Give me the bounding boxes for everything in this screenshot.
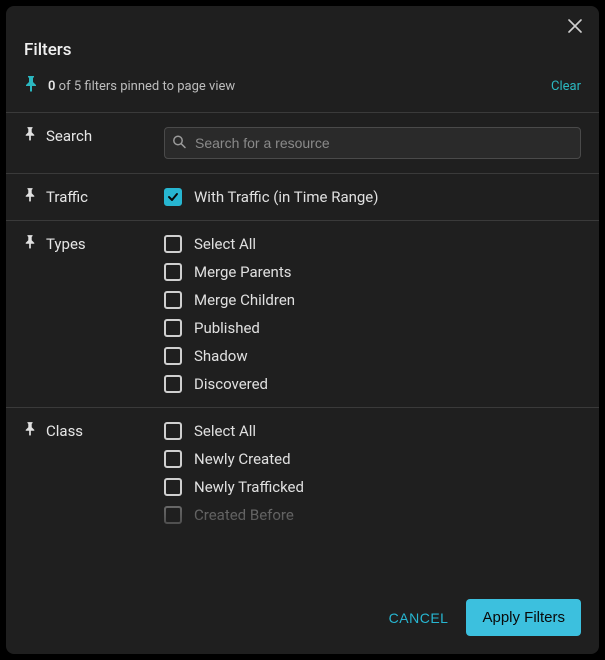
pin-icon[interactable] bbox=[24, 127, 36, 145]
cancel-button[interactable]: CANCEL bbox=[389, 610, 449, 626]
checkbox-label: Created Before bbox=[194, 506, 294, 524]
close-row bbox=[6, 6, 599, 36]
section-label-types: Types bbox=[24, 235, 164, 253]
checkbox-label: Merge Parents bbox=[194, 263, 291, 281]
checkbox[interactable] bbox=[164, 375, 182, 393]
footer: CANCEL Apply Filters bbox=[6, 585, 599, 654]
checkbox-label: With Traffic (in Time Range) bbox=[194, 188, 378, 206]
types-item[interactable]: Published bbox=[164, 319, 581, 337]
close-icon bbox=[568, 19, 582, 33]
checkbox[interactable] bbox=[164, 506, 182, 524]
checkbox[interactable] bbox=[164, 422, 182, 440]
checkbox[interactable] bbox=[164, 263, 182, 281]
checkbox[interactable] bbox=[164, 235, 182, 253]
apply-filters-button[interactable]: Apply Filters bbox=[466, 599, 581, 636]
filters-body: Search bbox=[6, 112, 599, 585]
types-label-text: Types bbox=[46, 235, 86, 253]
checkbox-label: Select All bbox=[194, 235, 256, 253]
traffic-checkbox-item[interactable]: With Traffic (in Time Range) bbox=[164, 188, 581, 206]
checkbox-label: Newly Trafficked bbox=[194, 478, 304, 496]
close-button[interactable] bbox=[565, 16, 585, 36]
checkbox-label: Published bbox=[194, 319, 260, 337]
checkbox-label: Merge Children bbox=[194, 291, 295, 309]
checkbox[interactable] bbox=[164, 478, 182, 496]
section-search: Search bbox=[6, 112, 599, 173]
pin-count: 0 of 5 filters pinned to page view bbox=[48, 79, 235, 94]
pin-status-row: 0 of 5 filters pinned to page view Clear bbox=[6, 70, 599, 112]
checkbox-label: Newly Created bbox=[194, 450, 291, 468]
clear-button[interactable]: Clear bbox=[551, 79, 581, 94]
class-item[interactable]: Select All bbox=[164, 422, 581, 440]
section-class: Class Select All Newly Created Newly Tra… bbox=[6, 407, 599, 538]
checkbox[interactable] bbox=[164, 291, 182, 309]
class-item[interactable]: Created Before bbox=[164, 506, 581, 524]
section-label-class: Class bbox=[24, 422, 164, 440]
search-label-text: Search bbox=[46, 127, 92, 145]
section-traffic: Traffic With Traffic (in Time Range) bbox=[6, 173, 599, 220]
checkbox[interactable] bbox=[164, 450, 182, 468]
types-item[interactable]: Shadow bbox=[164, 347, 581, 365]
types-item[interactable]: Select All bbox=[164, 235, 581, 253]
types-item[interactable]: Merge Children bbox=[164, 291, 581, 309]
pin-icon[interactable] bbox=[24, 235, 36, 253]
checkbox[interactable] bbox=[164, 319, 182, 337]
traffic-label-text: Traffic bbox=[46, 188, 88, 206]
section-label-traffic: Traffic bbox=[24, 188, 164, 206]
class-label-text: Class bbox=[46, 422, 83, 440]
checkbox-label: Select All bbox=[194, 422, 256, 440]
types-list: Select All Merge Parents Merge Children … bbox=[164, 235, 581, 393]
search-icon bbox=[172, 134, 186, 153]
checkbox[interactable] bbox=[164, 347, 182, 365]
pin-icon[interactable] bbox=[24, 422, 36, 440]
types-item[interactable]: Discovered bbox=[164, 375, 581, 393]
search-input[interactable] bbox=[164, 127, 581, 159]
filters-panel: Filters 0 of 5 filters pinned to page vi… bbox=[6, 6, 599, 654]
class-list: Select All Newly Created Newly Trafficke… bbox=[164, 422, 581, 524]
pin-icon[interactable] bbox=[24, 188, 36, 206]
section-label-search: Search bbox=[24, 127, 164, 145]
checkbox-label: Shadow bbox=[194, 347, 248, 365]
checkbox-label: Discovered bbox=[194, 375, 268, 393]
types-item[interactable]: Merge Parents bbox=[164, 263, 581, 281]
section-types: Types Select All Merge Parents Merge Chi… bbox=[6, 220, 599, 407]
panel-title: Filters bbox=[6, 36, 599, 70]
class-item[interactable]: Newly Created bbox=[164, 450, 581, 468]
pin-icon bbox=[24, 76, 38, 96]
class-item[interactable]: Newly Trafficked bbox=[164, 478, 581, 496]
checkbox[interactable] bbox=[164, 188, 182, 206]
